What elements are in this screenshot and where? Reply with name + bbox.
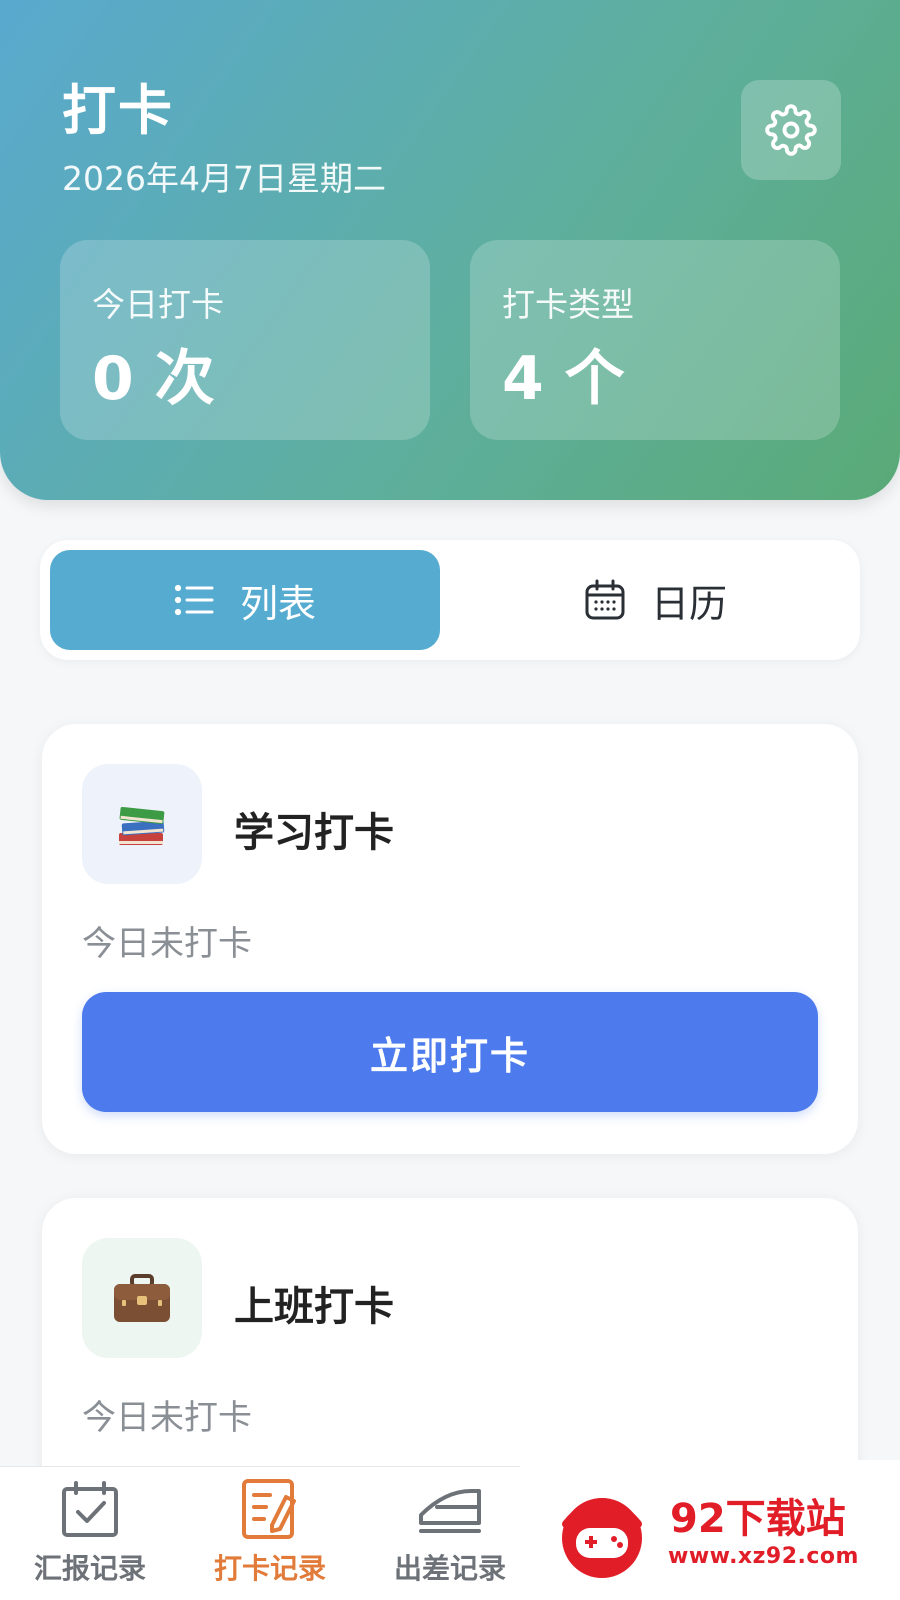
- nav-label: 汇报记录: [33, 1552, 146, 1585]
- card-title: 学习打卡: [234, 810, 394, 856]
- nav-label: 出差记录: [393, 1552, 506, 1585]
- checkin-now-button[interactable]: 立即打卡: [82, 992, 818, 1112]
- header: 打卡 2026年4月7日星期二 今日打卡 0 次 打卡类型 4 个: [0, 0, 900, 500]
- watermark-url: www.xz92.com: [668, 1544, 859, 1569]
- current-date: 2026年4月7日星期二: [62, 159, 386, 198]
- stat-card-checkin-types: 打卡类型 4 个: [470, 240, 840, 440]
- stat-label: 今日打卡: [92, 285, 224, 324]
- calendar-view-button[interactable]: 日历: [460, 550, 850, 650]
- gear-icon: [765, 104, 817, 156]
- watermark-title: 92下载站: [670, 1496, 846, 1542]
- nav-item-report-records[interactable]: 汇报记录: [0, 1477, 180, 1597]
- card-title: 上班打卡: [234, 1284, 394, 1330]
- card-icon-box: [82, 764, 202, 884]
- card-status: 今日未打卡: [82, 924, 252, 964]
- report-calendar-icon: [62, 1481, 118, 1537]
- stat-value: 0 次: [92, 344, 215, 414]
- card-status: 今日未打卡: [82, 1398, 252, 1438]
- stat-value: 4 个: [502, 344, 625, 414]
- checkin-card-study: 学习打卡 今日未打卡 立即打卡: [42, 724, 858, 1154]
- settings-button[interactable]: [741, 80, 841, 180]
- page-title: 打卡: [62, 79, 174, 142]
- watermark: 92下载站 www.xz92.com: [520, 1460, 900, 1600]
- list-view-label: 列表: [239, 581, 316, 626]
- books-icon: [119, 806, 165, 845]
- list-icon: [174, 584, 214, 616]
- nav-item-checkin-records[interactable]: 打卡记录: [180, 1477, 360, 1597]
- calendar-icon: [585, 579, 625, 620]
- nav-label: 打卡记录: [213, 1552, 326, 1585]
- card-icon-box: [82, 1238, 202, 1358]
- watermark-logo-icon: [562, 1498, 642, 1578]
- briefcase-icon: [114, 1274, 170, 1322]
- nav-item-trip-records[interactable]: 出差记录: [360, 1477, 540, 1597]
- stat-label: 打卡类型: [502, 285, 634, 324]
- list-view-button[interactable]: 列表: [50, 550, 440, 650]
- train-icon: [419, 1489, 481, 1533]
- calendar-view-label: 日历: [650, 581, 727, 626]
- checkin-record-icon: [242, 1479, 296, 1539]
- view-toggle: 列表 日历: [40, 540, 860, 660]
- stat-card-today-checkins: 今日打卡 0 次: [60, 240, 430, 440]
